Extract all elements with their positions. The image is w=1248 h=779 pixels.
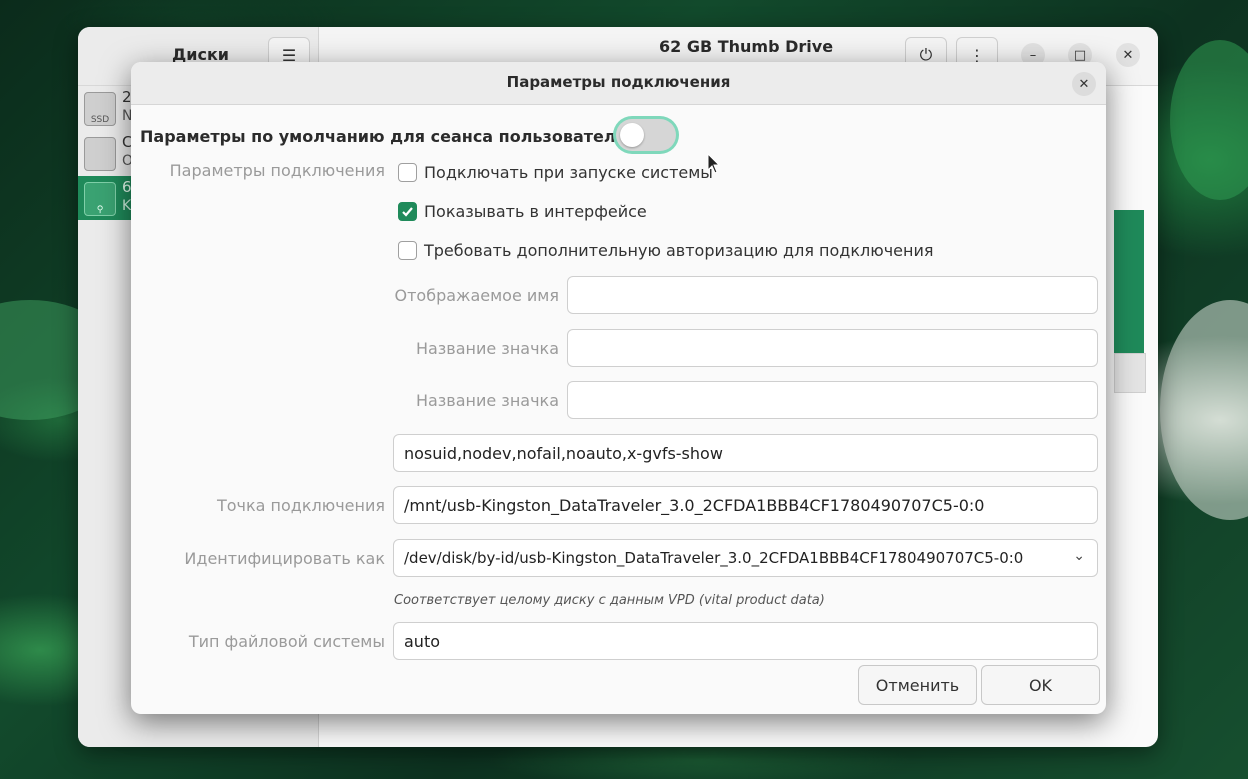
dialog-header: Параметры подключения ✕ (131, 62, 1106, 105)
dialog-close-button[interactable]: ✕ (1072, 72, 1096, 96)
session-defaults-toggle[interactable] (616, 119, 676, 151)
mount-point-input[interactable]: /mnt/usb-Kingston_DataTraveler_3.0_2CFDA… (393, 486, 1098, 524)
identify-as-label: Идентифицировать как (184, 549, 385, 568)
checkbox-box[interactable] (398, 162, 417, 182)
drive-subtitle: K (122, 198, 132, 214)
ssd-drive-icon: SSD (84, 92, 116, 126)
checkmark-icon (402, 206, 413, 217)
usb-drive-icon: ⚲ (84, 182, 116, 216)
cancel-button[interactable]: Отменить (858, 665, 977, 705)
mouse-cursor-icon (707, 153, 721, 174)
window-title: 62 GB Thumb Drive (659, 37, 834, 56)
checkbox-box-checked[interactable] (398, 201, 417, 221)
minimize-icon: – (1029, 47, 1037, 63)
dialog-title: Параметры подключения (506, 73, 731, 91)
checkbox-label: Показывать в интерфейсе (424, 201, 647, 221)
filesystem-type-input[interactable]: auto (393, 622, 1098, 660)
icon-name-input[interactable] (567, 329, 1098, 367)
close-icon: ✕ (1122, 47, 1134, 63)
mount-options-dialog: Параметры подключения ✕ Параметры по умо… (131, 62, 1106, 714)
show-in-ui-checkbox[interactable]: Показывать в интерфейсе (398, 200, 647, 222)
filesystem-type-label: Тип файловой системы (188, 632, 385, 651)
maximize-icon: □ (1073, 47, 1087, 63)
symbolic-icon-name-label: Название значка (415, 391, 559, 410)
checkbox-label: Подключать при запуске системы (424, 162, 713, 182)
mount-options-input[interactable]: nosuid,nodev,nofail,noauto,x-gvfs-show (393, 434, 1098, 472)
icon-name-label: Название значка (415, 339, 559, 358)
close-icon: ✕ (1078, 76, 1090, 92)
require-auth-checkbox[interactable]: Требовать дополнительную авторизацию для… (398, 239, 934, 261)
identify-hint: Соответствует целому диску с данным VPD … (394, 593, 825, 608)
checkbox-box[interactable] (398, 240, 417, 260)
toggle-knob (620, 123, 644, 147)
identify-as-dropdown[interactable]: /dev/disk/by-id/usb-Kingston_DataTravele… (393, 539, 1098, 577)
partition-bar-free[interactable] (1114, 353, 1146, 393)
partition-bar-selected[interactable] (1114, 210, 1144, 353)
display-name-label: Отображаемое имя (394, 286, 559, 305)
optical-drive-icon (84, 137, 116, 171)
chevron-down-icon: ⌄ (1073, 548, 1085, 564)
mount-at-startup-checkbox[interactable]: Подключать при запуске системы (398, 161, 713, 183)
session-defaults-label: Параметры по умолчанию для сеанса пользо… (140, 127, 626, 146)
checkbox-label: Требовать дополнительную авторизацию для… (424, 240, 934, 260)
close-window-button[interactable]: ✕ (1116, 43, 1140, 67)
identify-as-selected: /dev/disk/by-id/usb-Kingston_DataTravele… (404, 549, 1024, 567)
display-name-input[interactable] (567, 276, 1098, 314)
mount-point-label: Точка подключения (216, 496, 385, 515)
symbolic-icon-name-input[interactable] (567, 381, 1098, 419)
wallpaper-swirl (1170, 40, 1248, 200)
ok-button[interactable]: OK (981, 665, 1100, 705)
wallpaper-swirl (1160, 300, 1248, 520)
mount-options-label: Параметры подключения (169, 161, 385, 180)
